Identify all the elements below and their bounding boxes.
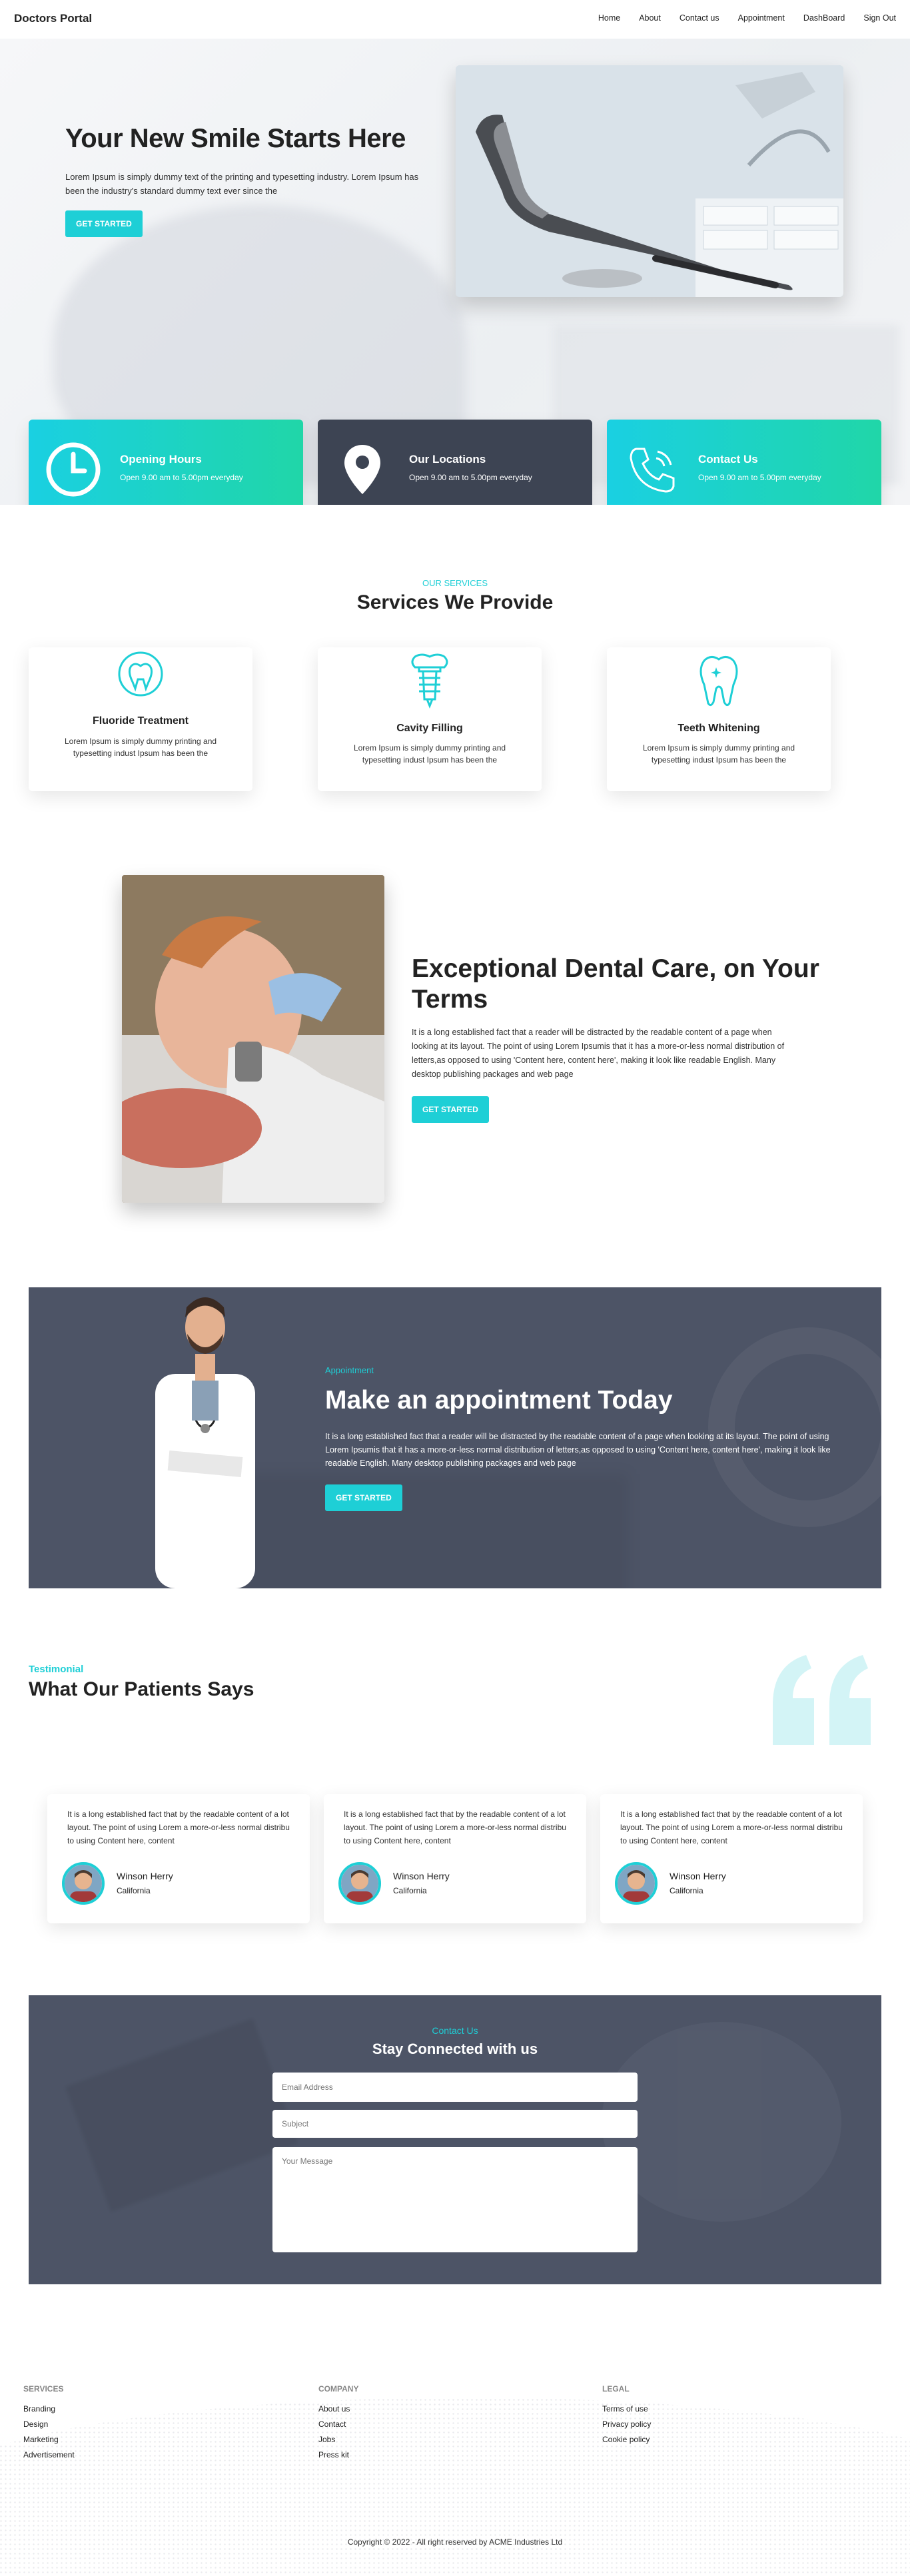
appointment-eyebrow: Appointment xyxy=(325,1365,374,1375)
testimonial-card: It is a long established fact that by th… xyxy=(600,1794,863,1923)
footer-link-terms-of-use[interactable]: Terms of use xyxy=(602,2404,651,2414)
info-card-title: Contact Us xyxy=(698,453,758,466)
tooth-implant-icon xyxy=(396,647,463,714)
patient-location: California xyxy=(670,1886,703,1895)
info-card-contact: Contact Us Open 9.00 am to 5.00pm everyd… xyxy=(607,420,881,505)
footer: SERVICES Branding Design Marketing Adver… xyxy=(0,2318,910,2576)
footer-column-legal: LEGAL Terms of use Privacy policy Cookie… xyxy=(602,2384,651,2450)
testimonial-eyebrow: Testimonial xyxy=(29,1664,84,1675)
service-title: Fluoride Treatment xyxy=(92,715,189,727)
location-pin-icon xyxy=(332,440,392,499)
testimonial-card: It is a long established fact that by th… xyxy=(47,1794,310,1923)
patient-name: Winson Herry xyxy=(393,1871,450,1881)
info-card-locations: Our Locations Open 9.00 am to 5.00pm eve… xyxy=(318,420,592,505)
tooth-sparkle-icon xyxy=(685,647,752,714)
testimonial-title: What Our Patients Says xyxy=(29,1678,254,1700)
message-field[interactable] xyxy=(272,2147,638,2252)
service-title: Teeth Whitening xyxy=(678,723,760,734)
quote-icon xyxy=(766,1652,879,1755)
hero-title: Your New Smile Starts Here xyxy=(65,124,406,153)
footer-link-advertisement[interactable]: Advertisement xyxy=(23,2450,75,2459)
nav-link-dashboard[interactable]: DashBoard xyxy=(803,13,845,23)
dental-care-get-started-button[interactable]: GET STARTED xyxy=(412,1096,489,1123)
banner-decor-circle xyxy=(708,1327,881,1527)
patient-location: California xyxy=(393,1886,427,1895)
banner-decor-shadow xyxy=(228,1474,628,1588)
hero-section: Your New Smile Starts Here Lorem Ipsum i… xyxy=(0,39,910,505)
info-card-text: Open 9.00 am to 5.00pm everyday xyxy=(409,473,532,482)
testimonial-text: It is a long established fact that by th… xyxy=(67,1809,290,1845)
info-card-opening-hours: Opening Hours Open 9.00 am to 5.00pm eve… xyxy=(29,420,303,505)
appointment-description: It is a long established fact that a rea… xyxy=(325,1432,831,1468)
service-text: Lorem Ipsum is simply dummy printing and… xyxy=(642,743,795,765)
copyright-text: Copyright © 2022 - All right reserved by… xyxy=(347,2537,563,2547)
footer-link-branding[interactable]: Branding xyxy=(23,2404,75,2414)
tooth-fluoride-icon xyxy=(107,647,174,714)
top-navbar: Doctors Portal Home About Contact us App… xyxy=(0,0,910,39)
doctor-image xyxy=(155,1287,255,1588)
service-card-fluoride[interactable]: Fluoride Treatment Lorem Ipsum is simply… xyxy=(29,647,252,791)
info-card-text: Open 9.00 am to 5.00pm everyday xyxy=(120,473,243,482)
footer-link-about-us[interactable]: About us xyxy=(318,2404,358,2414)
footer-column-company: COMPANY About us Contact Jobs Press kit xyxy=(318,2384,358,2465)
testimonial-text: It is a long established fact that by th… xyxy=(620,1809,843,1845)
patient-name: Winson Herry xyxy=(670,1871,726,1881)
footer-link-press-kit[interactable]: Press kit xyxy=(318,2450,358,2459)
contact-section: Contact Us Stay Connected with us xyxy=(29,1995,881,2284)
avatar xyxy=(62,1862,105,1905)
appointment-title: Make an appointment Today xyxy=(325,1386,673,1415)
nav-link-sign-out[interactable]: Sign Out xyxy=(863,13,896,23)
dental-care-patient-image xyxy=(122,875,384,1203)
avatar xyxy=(615,1862,658,1905)
service-card-teeth-whitening[interactable]: Teeth Whitening Lorem Ipsum is simply du… xyxy=(607,647,831,791)
appointment-banner: Appointment Make an appointment Today It… xyxy=(29,1287,881,1588)
footer-link-jobs[interactable]: Jobs xyxy=(318,2435,358,2444)
clock-icon xyxy=(43,440,103,499)
email-field[interactable] xyxy=(272,2073,638,2102)
avatar xyxy=(338,1862,381,1905)
footer-link-design[interactable]: Design xyxy=(23,2419,75,2429)
testimonial-card: It is a long established fact that by th… xyxy=(324,1794,586,1923)
footer-heading: SERVICES xyxy=(23,2384,64,2394)
footer-heading: COMPANY xyxy=(318,2384,359,2394)
patient-name: Winson Herry xyxy=(117,1871,173,1881)
brand-logo-text[interactable]: Doctors Portal xyxy=(14,12,92,25)
dental-care-title: Exceptional Dental Care, on Your Terms xyxy=(412,954,819,1014)
nav-link-contact-us[interactable]: Contact us xyxy=(680,13,719,23)
phone-icon xyxy=(622,440,682,499)
contact-eyebrow: Contact Us xyxy=(432,2025,478,2036)
service-title: Cavity Filling xyxy=(396,723,463,734)
info-card-title: Our Locations xyxy=(409,453,486,466)
contact-title: Stay Connected with us xyxy=(372,2041,538,2057)
info-card-title: Opening Hours xyxy=(120,453,202,466)
dental-care-description: It is a long established fact that a rea… xyxy=(412,1028,785,1079)
testimonial-text: It is a long established fact that by th… xyxy=(344,1809,566,1845)
service-text: Lorem Ipsum is simply dummy printing and… xyxy=(64,737,217,758)
subject-field[interactable] xyxy=(272,2110,638,2138)
service-text: Lorem Ipsum is simply dummy printing and… xyxy=(353,743,506,765)
footer-column-services: SERVICES Branding Design Marketing Adver… xyxy=(23,2384,75,2465)
nav-link-home[interactable]: Home xyxy=(598,13,620,23)
nav-link-appointment[interactable]: Appointment xyxy=(738,13,785,23)
hero-description: Lorem Ipsum is simply dummy text of the … xyxy=(65,172,419,196)
footer-heading: LEGAL xyxy=(602,2384,630,2394)
nav-link-about[interactable]: About xyxy=(639,13,661,23)
footer-dotted-wave xyxy=(0,2398,910,2576)
appointment-get-started-button[interactable]: GET STARTED xyxy=(325,1484,402,1511)
footer-link-privacy-policy[interactable]: Privacy policy xyxy=(602,2419,651,2429)
services-eyebrow: OUR SERVICES xyxy=(422,578,488,588)
service-card-cavity-filling[interactable]: Cavity Filling Lorem Ipsum is simply dum… xyxy=(318,647,542,791)
patient-location: California xyxy=(117,1886,151,1895)
dental-chair-image xyxy=(456,65,843,297)
footer-link-cookie-policy[interactable]: Cookie policy xyxy=(602,2435,651,2444)
footer-link-contact[interactable]: Contact xyxy=(318,2419,358,2429)
info-card-text: Open 9.00 am to 5.00pm everyday xyxy=(698,473,821,482)
services-title: Services We Provide xyxy=(356,591,554,613)
footer-link-marketing[interactable]: Marketing xyxy=(23,2435,75,2444)
main-menu: Home About Contact us Appointment DashBo… xyxy=(598,13,896,23)
hero-get-started-button[interactable]: GET STARTED xyxy=(65,210,143,237)
